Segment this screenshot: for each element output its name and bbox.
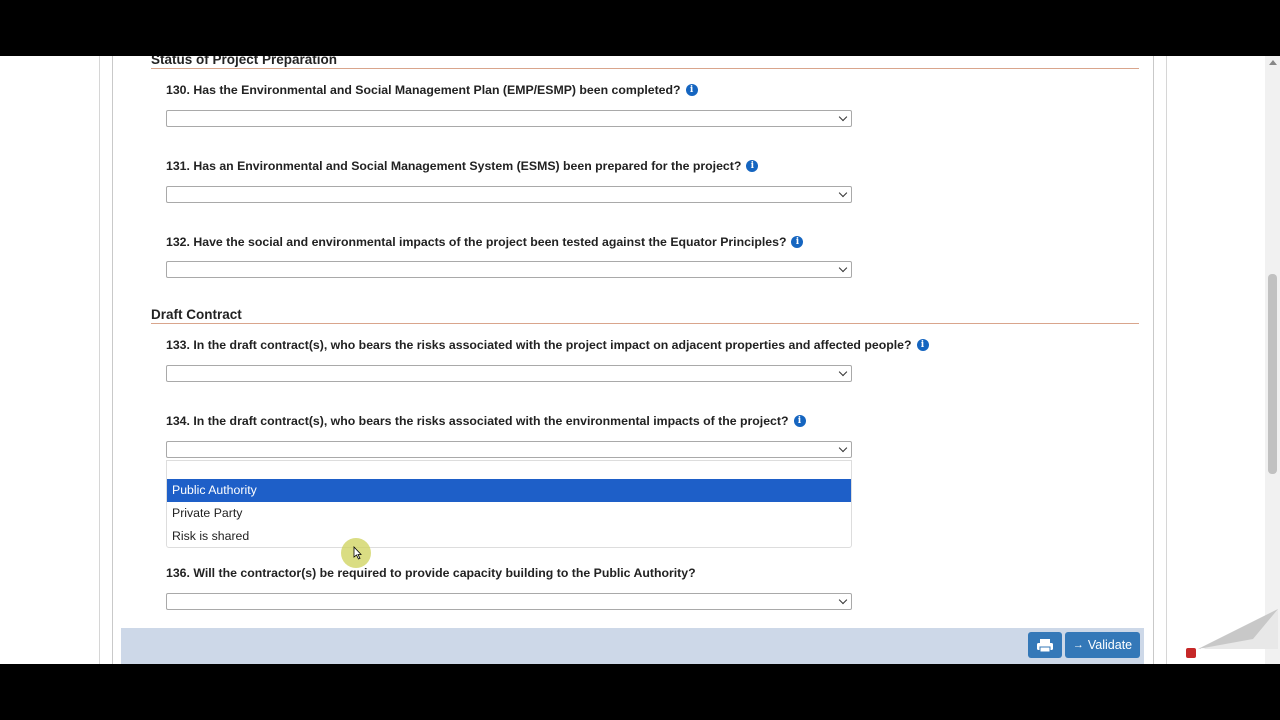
question-131-select[interactable] — [166, 186, 852, 203]
question-131: 131. Has an Environmental and Social Man… — [166, 159, 759, 173]
chevron-down-icon — [838, 112, 848, 122]
validate-button[interactable]: → Validate — [1065, 632, 1140, 658]
question-134-select[interactable] — [166, 441, 852, 458]
question-136: 136. Will the contractor(s) be required … — [166, 566, 696, 580]
print-icon — [1037, 639, 1053, 653]
chevron-down-icon — [838, 595, 848, 605]
footer-bar: → Validate — [121, 628, 1144, 664]
scroll-up-arrow-icon[interactable] — [1269, 60, 1277, 65]
question-132-select[interactable] — [166, 261, 852, 278]
question-130: 130. Has the Environmental and Social Ma… — [166, 83, 698, 97]
scrollbar-thumb[interactable] — [1268, 274, 1277, 474]
info-icon[interactable]: i — [791, 236, 804, 248]
chevron-down-icon — [838, 367, 848, 377]
section-title-draft-contract: Draft Contract — [151, 307, 242, 322]
print-button[interactable] — [1028, 632, 1062, 658]
chevron-down-icon — [838, 188, 848, 198]
page-border-left — [99, 56, 100, 664]
page-viewport: Status of Project Preparation 130. Has t… — [0, 56, 1280, 664]
chevron-down-icon — [838, 443, 848, 453]
question-130-select[interactable] — [166, 110, 852, 127]
page-curl-graphic — [1198, 609, 1278, 649]
info-icon[interactable]: i — [793, 415, 806, 427]
info-icon[interactable]: i — [685, 84, 698, 96]
vertical-scrollbar[interactable] — [1265, 56, 1280, 664]
dropdown-option-public-authority[interactable]: Public Authority — [167, 479, 851, 502]
page-border-right — [1166, 56, 1167, 664]
dropdown-option-risk-shared[interactable]: Risk is shared — [167, 525, 851, 548]
form-card: Status of Project Preparation 130. Has t… — [112, 56, 1154, 664]
question-130-label: 130. Has the Environmental and Social Ma… — [166, 83, 681, 97]
info-icon[interactable]: i — [916, 339, 929, 351]
section-divider — [151, 323, 1139, 324]
screenpresso-watermark: Screenpresso — [1158, 609, 1278, 663]
validate-label: Validate — [1087, 638, 1133, 652]
question-132: 132. Have the social and environmental i… — [166, 235, 804, 249]
question-134: 134. In the draft contract(s), who bears… — [166, 414, 806, 428]
question-131-label: 131. Has an Environmental and Social Man… — [166, 159, 742, 173]
dropdown-option-private-party[interactable]: Private Party — [167, 502, 851, 525]
arrow-right-icon: → — [1072, 639, 1084, 651]
cursor-icon — [353, 546, 362, 560]
chevron-down-icon — [838, 263, 848, 273]
dropdown-list: Public Authority Private Party Risk is s… — [166, 460, 852, 548]
question-136-label: 136. Will the contractor(s) be required … — [166, 566, 696, 580]
question-133-label: 133. In the draft contract(s), who bears… — [166, 338, 912, 352]
info-icon[interactable]: i — [746, 160, 759, 172]
question-132-label: 132. Have the social and environmental i… — [166, 235, 787, 249]
question-133: 133. In the draft contract(s), who bears… — [166, 338, 929, 352]
section-divider — [151, 68, 1139, 69]
screenpresso-logo-icon — [1186, 648, 1196, 658]
watermark-label: Screenpresso — [1200, 647, 1250, 656]
question-133-select[interactable] — [166, 365, 852, 382]
question-134-label: 134. In the draft contract(s), who bears… — [166, 414, 789, 428]
section-title-status: Status of Project Preparation — [151, 56, 338, 67]
question-136-select[interactable] — [166, 593, 852, 610]
